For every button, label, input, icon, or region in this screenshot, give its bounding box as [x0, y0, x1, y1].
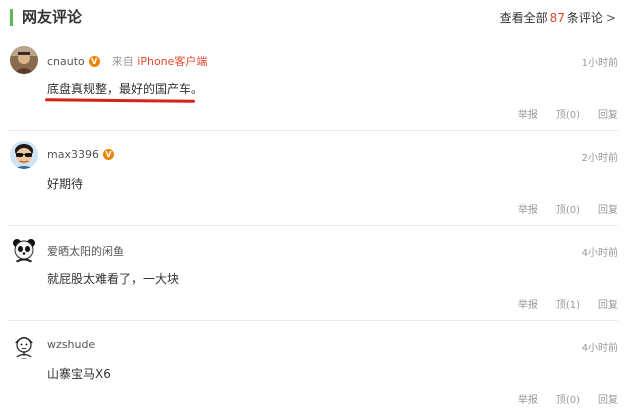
username-link[interactable]: 爱晒太阳的闲鱼 [47, 245, 124, 258]
comment-item: 爱晒太阳的闲鱼 4小时前 就屁股太难看了，一大块 举报 顶(1) 回复 [8, 226, 618, 321]
view-all-prefix: 查看全部 [499, 11, 548, 25]
comment-timestamp: 1小时前 [581, 58, 618, 69]
reply-button[interactable]: 回复 [598, 300, 618, 311]
comment-actions: 举报 顶(0) 回复 [500, 106, 618, 121]
chevron-right-icon: > [605, 11, 616, 25]
comment-text: 就屁股太难看了，一大块 [47, 272, 180, 286]
report-button[interactable]: 举报 [518, 300, 538, 311]
report-button[interactable]: 举报 [518, 110, 538, 121]
client-source-prefix: 来自 [111, 55, 134, 68]
comment-item: wzshude 4小时前 山寨宝马X6 举报 顶(0) 回复 [8, 321, 618, 414]
comment-timestamp: 4小时前 [581, 248, 618, 259]
comment-timestamp: 4小时前 [581, 343, 618, 354]
report-button[interactable]: 举报 [518, 205, 538, 216]
user-avatar-icon[interactable] [10, 46, 38, 74]
section-accent-bar [10, 9, 13, 26]
like-button[interactable]: 顶(0) [556, 395, 580, 406]
comment-author: 爱晒太阳的闲鱼 [47, 243, 124, 259]
comment-item: max3396 V 2小时前 好期待 举报 顶(0) 回复 [8, 131, 618, 226]
comment-author: max3396 V [47, 148, 114, 161]
reply-button[interactable]: 回复 [598, 395, 618, 406]
comment-actions: 举报 顶(1) 回复 [500, 296, 618, 311]
username-link[interactable]: max3396 [47, 148, 99, 161]
like-button[interactable]: 顶(0) [556, 205, 580, 216]
client-device-link[interactable]: iPhone客户端 [137, 55, 207, 68]
comment-list: cnauto V 来自 iPhone客户端 1小时前 底盘真规整，最好的国产车。 举… [8, 36, 618, 414]
panda-avatar-icon[interactable] [10, 236, 38, 264]
client-source: 来自 iPhone客户端 [112, 55, 208, 68]
reply-button[interactable]: 回复 [598, 110, 618, 121]
view-all-comments-link[interactable]: 查看全部 87 条评论 > [500, 9, 616, 26]
verified-badge-icon: V [102, 148, 114, 160]
comment-timestamp: 2小时前 [581, 153, 618, 164]
comments-header: 网友评论 查看全部 87 条评论 > [8, 0, 628, 36]
verified-badge-icon: V [88, 55, 100, 67]
section-title: 网友评论 [22, 8, 83, 26]
comment-author: cnauto V 来自 iPhone客户端 [47, 53, 207, 69]
reply-button[interactable]: 回复 [598, 205, 618, 216]
comment-actions: 举报 顶(0) 回复 [500, 201, 618, 216]
username-link[interactable]: cnauto [47, 55, 85, 68]
sunglasses-avatar-icon[interactable] [10, 141, 38, 169]
view-all-suffix: 条评论 [566, 11, 603, 25]
comment-text: 底盘真规整，最好的国产车。 [47, 82, 204, 96]
comment-text: 好期待 [47, 177, 84, 191]
red-underline-annotation [44, 98, 196, 103]
comment-author: wzshude [47, 338, 95, 351]
default-user-avatar-icon[interactable] [10, 331, 38, 359]
comment-actions: 举报 顶(0) 回复 [500, 391, 618, 406]
comment-text: 山寨宝马X6 [47, 367, 111, 381]
report-button[interactable]: 举报 [518, 395, 538, 406]
username-link[interactable]: wzshude [47, 338, 95, 351]
like-button[interactable]: 顶(1) [556, 300, 580, 311]
comment-count: 87 [549, 11, 565, 25]
comment-item: cnauto V 来自 iPhone客户端 1小时前 底盘真规整，最好的国产车。 举… [8, 36, 618, 131]
like-button[interactable]: 顶(0) [556, 110, 580, 121]
